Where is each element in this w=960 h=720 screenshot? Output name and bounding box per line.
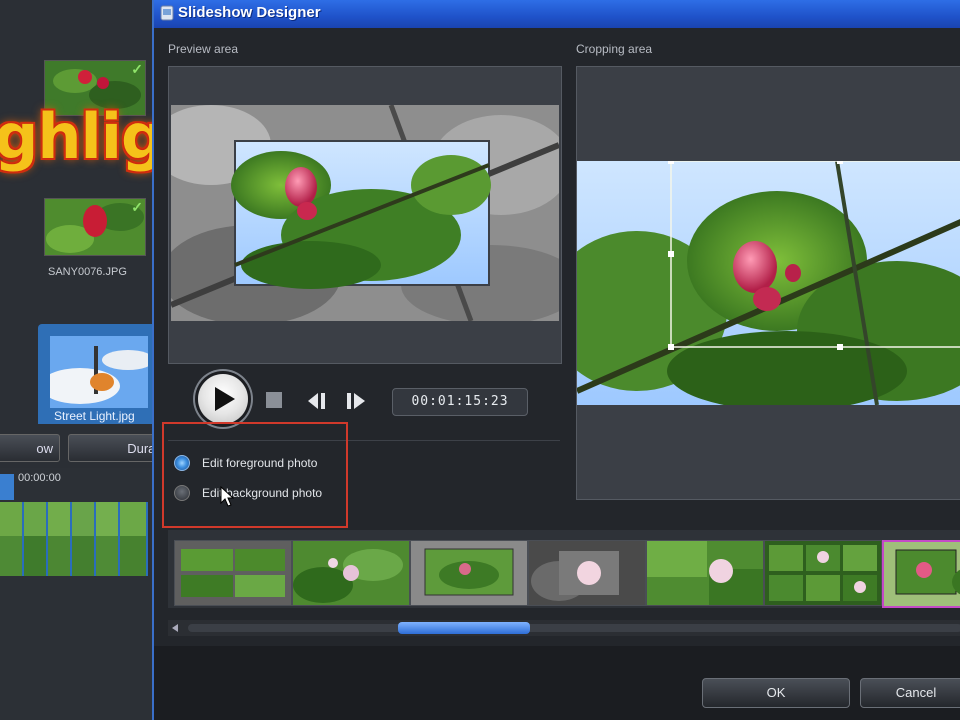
slideshow-designer-dialog: Slideshow Designer Preview area Cropping…: [152, 0, 960, 720]
template-thumbnail[interactable]: [528, 540, 646, 606]
timecode-display: 00:01:15:23: [392, 388, 528, 416]
edit-options-highlight-box: [162, 422, 348, 528]
host-left-button[interactable]: ow: [0, 434, 60, 462]
host-filename: SANY0076.JPG: [48, 266, 127, 278]
scroll-left-arrow-icon[interactable]: [172, 624, 178, 632]
timeline-clip[interactable]: [96, 502, 120, 576]
preview-image: [171, 105, 559, 321]
check-icon: ✓: [131, 61, 143, 77]
template-thumbnail[interactable]: [174, 540, 292, 606]
ok-button[interactable]: OK: [702, 678, 850, 708]
timeline-clip[interactable]: [48, 502, 72, 576]
mouse-cursor-icon: [220, 486, 234, 507]
timeline-clip[interactable]: [72, 502, 96, 576]
next-frame-button[interactable]: [344, 392, 370, 410]
cropping-image: [577, 161, 960, 405]
dialog-title: Slideshow Designer: [178, 4, 321, 21]
timeline-clip[interactable]: [0, 502, 24, 576]
timeline-clip[interactable]: [120, 502, 148, 576]
edit-background-radio[interactable]: [174, 485, 190, 501]
scrollbar-thumb[interactable]: [398, 622, 530, 634]
host-thumbnail-2[interactable]: ✓: [44, 198, 146, 256]
cropping-area[interactable]: [576, 66, 960, 500]
next-frame-icon: [347, 393, 365, 409]
template-thumbnail[interactable]: [410, 540, 528, 606]
edit-foreground-label[interactable]: Edit foreground photo: [202, 456, 317, 470]
timeline-playhead[interactable]: [0, 474, 14, 500]
host-duration-button[interactable]: Durat: [68, 434, 152, 462]
host-selected-thumbnail: [50, 336, 148, 408]
preview-area-label: Preview area: [168, 42, 239, 56]
title-bar[interactable]: Slideshow Designer: [154, 0, 960, 28]
host-app-panel: ✓ ✓ SANY0076.JPG Street Light.jpg ghligh…: [0, 0, 152, 720]
preview-area: [168, 66, 562, 364]
cancel-button[interactable]: Cancel: [860, 678, 960, 708]
template-thumbnail[interactable]: [764, 540, 882, 606]
app-icon: [160, 5, 174, 21]
template-thumbnail[interactable]: [646, 540, 764, 606]
template-thumbnail[interactable]: [292, 540, 410, 606]
stop-button[interactable]: [266, 392, 282, 408]
highlight-overlay-text: ghlight: [0, 100, 152, 173]
play-icon: [215, 387, 235, 411]
cropping-area-label: Cropping area: [576, 42, 653, 56]
prev-frame-icon: [308, 393, 325, 409]
timeline-clip[interactable]: [24, 502, 48, 576]
edit-foreground-radio[interactable]: [174, 455, 190, 471]
scrollbar-track[interactable]: [188, 624, 960, 632]
prev-frame-button[interactable]: [304, 392, 330, 410]
play-button[interactable]: [198, 374, 248, 424]
timeline-time-label: 00:00:00: [18, 472, 61, 484]
host-selected-label: Street Light.jpg: [54, 409, 135, 423]
check-icon: ✓: [131, 199, 143, 215]
template-thumbnail-selected[interactable]: [882, 540, 960, 608]
